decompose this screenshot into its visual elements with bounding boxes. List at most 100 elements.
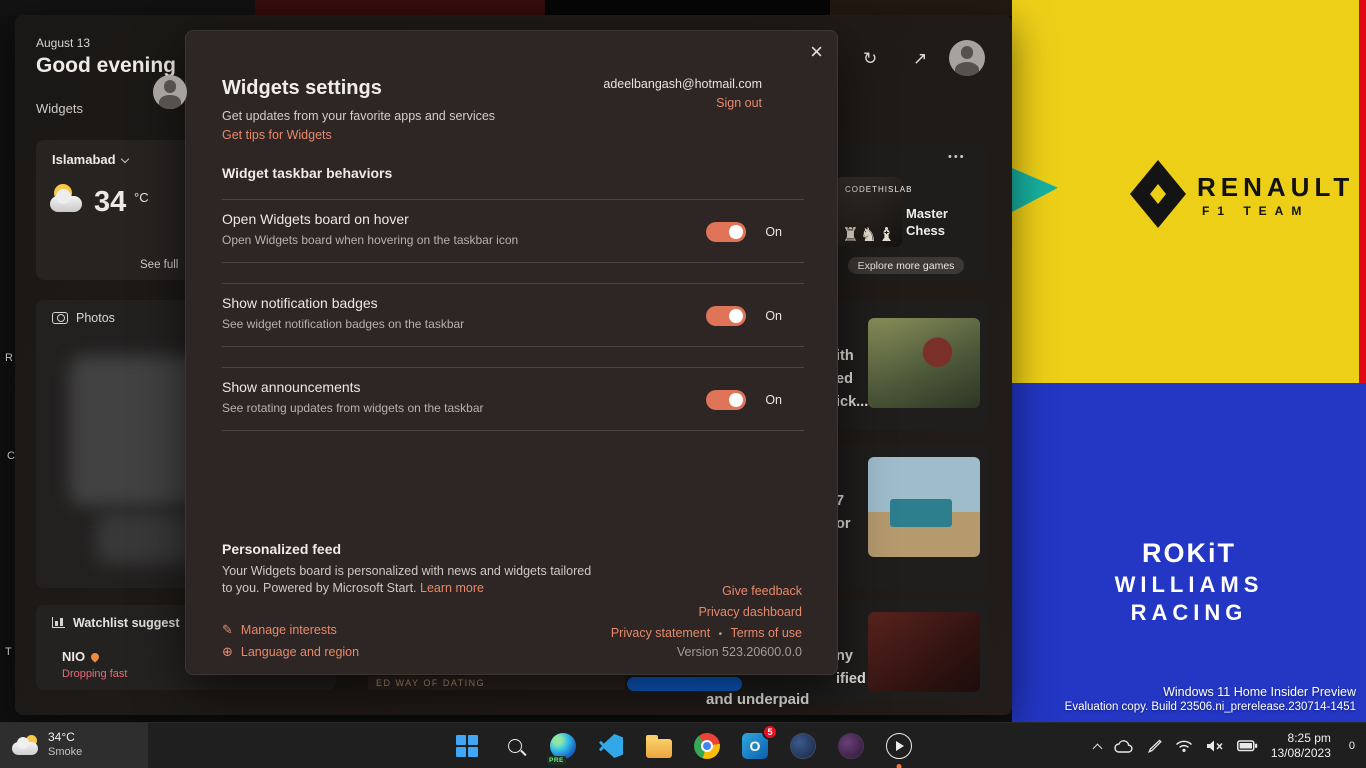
- toggle-state-label: On: [765, 393, 782, 407]
- pen-icon[interactable]: [1147, 739, 1162, 754]
- privacy-terms-row: Privacy statement • Terms of use: [611, 626, 802, 640]
- setting-row-announcements: Show announcements See rotating updates …: [222, 367, 804, 431]
- app-icon: [838, 733, 864, 759]
- chart-icon: [52, 617, 65, 628]
- desktop-icon-label-fragment: C: [7, 450, 15, 462]
- article-image: [868, 612, 980, 692]
- app-button-2[interactable]: [835, 730, 867, 762]
- headline-fragment: ified: [836, 671, 866, 687]
- vscode-icon: [599, 734, 623, 758]
- search-button[interactable]: [499, 730, 531, 762]
- media-player-button[interactable]: [883, 730, 915, 762]
- watchlist-ticker: NIO: [62, 649, 99, 664]
- board-profile-avatar[interactable]: [949, 40, 985, 76]
- mail-badge: 5: [762, 724, 778, 740]
- headline-fragment: or: [836, 516, 851, 532]
- expand-icon[interactable]: ↗: [913, 49, 927, 69]
- setting-description: See widget notification badges on the ta…: [222, 317, 464, 331]
- explore-more-games-button[interactable]: Explore more games: [848, 257, 964, 274]
- taskbar: 34°C Smoke PRE O 5: [0, 722, 1366, 768]
- headline-fragment: and underpaid: [706, 691, 809, 708]
- weather-see-full-link[interactable]: See full: [140, 259, 178, 271]
- clock[interactable]: 8:25 pm 13/08/2023: [1271, 731, 1331, 761]
- ad-banner-fragment[interactable]: ED WAY OF DATING: [368, 676, 625, 690]
- williams-wordmark: WILLIAMS: [1012, 572, 1366, 598]
- ad-button-fragment[interactable]: [627, 677, 742, 691]
- desktop-icon-label-fragment: T: [5, 646, 12, 658]
- pencil-icon: ✎: [222, 622, 233, 637]
- folder-icon: [646, 739, 672, 758]
- headline-fragment: ny: [836, 648, 853, 664]
- setting-title: Open Widgets board on hover: [222, 211, 409, 227]
- app-button-1[interactable]: [787, 730, 819, 762]
- onedrive-icon[interactable]: [1114, 740, 1134, 753]
- refresh-icon[interactable]: ↻: [863, 49, 877, 69]
- windows-logo-icon: [456, 735, 478, 757]
- renault-wordmark: RENAULT: [1197, 172, 1354, 203]
- setting-title: Show notification badges: [222, 295, 378, 311]
- weather-unit: °C: [134, 190, 149, 205]
- privacy-dashboard-link[interactable]: Privacy dashboard: [698, 605, 802, 619]
- board-greeting: Good evening: [36, 54, 176, 78]
- taskbar-weather-temp: 34°C: [48, 730, 75, 744]
- wifi-icon[interactable]: [1175, 739, 1193, 753]
- give-feedback-link[interactable]: Give feedback: [722, 584, 802, 598]
- toggle-open-on-hover[interactable]: [706, 222, 746, 242]
- get-tips-link[interactable]: Get tips for Widgets: [222, 128, 332, 142]
- notification-count[interactable]: 0: [1344, 738, 1360, 754]
- start-button[interactable]: [451, 730, 483, 762]
- battery-icon[interactable]: [1237, 740, 1258, 752]
- setting-title: Show announcements: [222, 379, 361, 395]
- weather-temp: 34: [94, 186, 126, 219]
- setting-row-notification-badges: Show notification badges See widget noti…: [222, 283, 804, 347]
- sign-out-link[interactable]: Sign out: [716, 96, 762, 110]
- volume-mute-icon[interactable]: [1206, 739, 1224, 753]
- article-image: [868, 457, 980, 557]
- taskbar-weather-widget[interactable]: 34°C Smoke: [0, 723, 148, 768]
- terms-of-use-link[interactable]: Terms of use: [730, 626, 802, 640]
- chrome-button[interactable]: [691, 730, 723, 762]
- tray-date: 13/08/2023: [1271, 746, 1331, 761]
- photos-header: Photos: [52, 311, 115, 325]
- vscode-button[interactable]: [595, 730, 627, 762]
- personalized-feed-heading: Personalized feed: [222, 541, 341, 557]
- board-widgets-label: Widgets: [36, 101, 83, 116]
- camera-icon: [52, 312, 68, 324]
- chrome-icon: [694, 733, 720, 759]
- close-icon[interactable]: ×: [810, 41, 823, 63]
- language-region-link[interactable]: ⊕Language and region: [222, 643, 359, 661]
- wallpaper-red-strip: [1359, 0, 1366, 383]
- headline-fragment: ed: [836, 371, 853, 387]
- dialog-subtitle: Get updates from your favorite apps and …: [222, 109, 495, 123]
- weather-icon: [50, 184, 86, 216]
- taskbar-weather-condition: Smoke: [48, 746, 82, 758]
- account-email: adeelbangash@hotmail.com: [603, 77, 762, 91]
- desktop-top-strip: [0, 0, 1012, 16]
- more-options-icon[interactable]: •••: [948, 151, 966, 163]
- tray-time: 8:25 pm: [1271, 731, 1331, 746]
- app-icon: [790, 733, 816, 759]
- article-image: [868, 318, 980, 408]
- running-indicator: [897, 764, 902, 768]
- tray-chevron-up-icon[interactable]: [1092, 743, 1102, 753]
- toggle-notification-badges[interactable]: [706, 306, 746, 326]
- game-title: Master Chess: [906, 205, 978, 239]
- personalized-feed-text: Your Widgets board is personalized with …: [222, 564, 591, 578]
- media-player-icon: [886, 733, 912, 759]
- racing-wordmark: RACING: [1012, 600, 1366, 626]
- manage-interests-link[interactable]: ✎Manage interests: [222, 621, 337, 639]
- widgets-settings-dialog: × Widgets settings Get updates from your…: [185, 30, 838, 675]
- outlook-button[interactable]: O 5: [739, 730, 771, 762]
- behaviors-heading: Widget taskbar behaviors: [222, 165, 392, 181]
- privacy-statement-link[interactable]: Privacy statement: [611, 626, 710, 640]
- renault-f1-team-label: F1 TEAM: [1202, 204, 1309, 218]
- wallpaper-teal-shape: [1012, 168, 1058, 212]
- toggle-announcements[interactable]: [706, 390, 746, 410]
- file-explorer-button[interactable]: [643, 730, 675, 762]
- chevron-down-icon: [120, 155, 128, 163]
- weather-location-dropdown[interactable]: Islamabad: [52, 152, 128, 167]
- edge-browser-button[interactable]: PRE: [547, 730, 579, 762]
- account-avatar[interactable]: [153, 75, 187, 109]
- search-icon: [508, 739, 522, 753]
- learn-more-link[interactable]: Learn more: [420, 581, 484, 595]
